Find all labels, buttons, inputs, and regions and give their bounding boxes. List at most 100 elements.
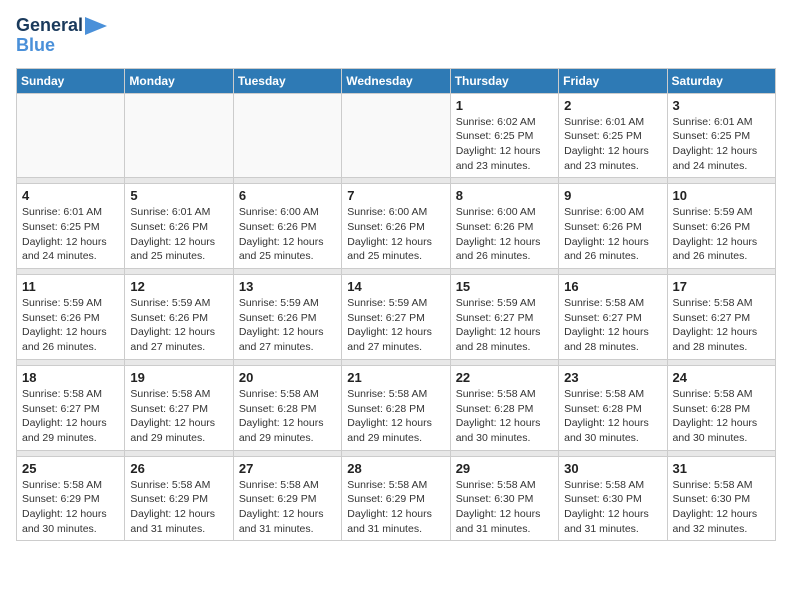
- calendar-cell: 27 Sunrise: 5:58 AM Sunset: 6:29 PM Dayli…: [233, 456, 341, 541]
- logo-arrow-icon: [85, 17, 107, 35]
- day-info: Sunrise: 5:59 AM Sunset: 6:27 PM Dayligh…: [347, 296, 444, 355]
- calendar-week-2: 4 Sunrise: 6:01 AM Sunset: 6:25 PM Daylig…: [17, 184, 776, 269]
- day-number: 29: [456, 461, 553, 476]
- col-header-thursday: Thursday: [450, 68, 558, 93]
- day-info: Sunrise: 6:01 AM Sunset: 6:25 PM Dayligh…: [673, 115, 770, 174]
- calendar-cell: [233, 93, 341, 178]
- col-header-saturday: Saturday: [667, 68, 775, 93]
- day-info: Sunrise: 6:00 AM Sunset: 6:26 PM Dayligh…: [564, 205, 661, 264]
- day-info: Sunrise: 5:58 AM Sunset: 6:29 PM Dayligh…: [22, 478, 119, 537]
- day-number: 26: [130, 461, 227, 476]
- calendar-cell: 2 Sunrise: 6:01 AM Sunset: 6:25 PM Daylig…: [559, 93, 667, 178]
- day-number: 23: [564, 370, 661, 385]
- day-number: 22: [456, 370, 553, 385]
- day-info: Sunrise: 5:58 AM Sunset: 6:30 PM Dayligh…: [564, 478, 661, 537]
- calendar-cell: 8Sunrise: 6:00 AM Sunset: 6:26 PM Daylig…: [450, 184, 558, 269]
- calendar-table: SundayMondayTuesdayWednesdayThursdayFrid…: [16, 68, 776, 542]
- calendar-cell: 21 Sunrise: 5:58 AM Sunset: 6:28 PM Dayli…: [342, 365, 450, 450]
- calendar-cell: 10 Sunrise: 5:59 AM Sunset: 6:26 PM Dayli…: [667, 184, 775, 269]
- day-info: Sunrise: 5:59 AM Sunset: 6:26 PM Dayligh…: [239, 296, 336, 355]
- logo-text: General Blue: [16, 16, 107, 56]
- day-info: Sunrise: 5:58 AM Sunset: 6:27 PM Dayligh…: [673, 296, 770, 355]
- calendar-cell: 18 Sunrise: 5:58 AM Sunset: 6:27 PM Dayli…: [17, 365, 125, 450]
- day-info: Sunrise: 5:58 AM Sunset: 6:28 PM Dayligh…: [564, 387, 661, 446]
- col-header-friday: Friday: [559, 68, 667, 93]
- day-info: Sunrise: 5:58 AM Sunset: 6:27 PM Dayligh…: [564, 296, 661, 355]
- day-info: Sunrise: 5:58 AM Sunset: 6:28 PM Dayligh…: [239, 387, 336, 446]
- calendar-cell: 28 Sunrise: 5:58 AM Sunset: 6:29 PM Dayli…: [342, 456, 450, 541]
- day-number: 6: [239, 188, 336, 203]
- page-header: General Blue: [16, 16, 776, 56]
- calendar-cell: 25 Sunrise: 5:58 AM Sunset: 6:29 PM Dayli…: [17, 456, 125, 541]
- calendar-cell: 22 Sunrise: 5:58 AM Sunset: 6:28 PM Dayli…: [450, 365, 558, 450]
- col-header-monday: Monday: [125, 68, 233, 93]
- day-info: Sunrise: 5:58 AM Sunset: 6:28 PM Dayligh…: [673, 387, 770, 446]
- day-info: Sunrise: 6:02 AM Sunset: 6:25 PM Dayligh…: [456, 115, 553, 174]
- day-number: 28: [347, 461, 444, 476]
- calendar-cell: 23 Sunrise: 5:58 AM Sunset: 6:28 PM Dayli…: [559, 365, 667, 450]
- calendar-cell: 19 Sunrise: 5:58 AM Sunset: 6:27 PM Dayli…: [125, 365, 233, 450]
- calendar-cell: 29 Sunrise: 5:58 AM Sunset: 6:30 PM Dayli…: [450, 456, 558, 541]
- day-number: 31: [673, 461, 770, 476]
- day-info: Sunrise: 5:58 AM Sunset: 6:27 PM Dayligh…: [130, 387, 227, 446]
- calendar-cell: 13 Sunrise: 5:59 AM Sunset: 6:26 PM Dayli…: [233, 275, 341, 360]
- day-info: Sunrise: 5:58 AM Sunset: 6:28 PM Dayligh…: [347, 387, 444, 446]
- calendar-cell: 1Sunrise: 6:02 AM Sunset: 6:25 PM Daylig…: [450, 93, 558, 178]
- day-info: Sunrise: 5:59 AM Sunset: 6:26 PM Dayligh…: [673, 205, 770, 264]
- day-number: 30: [564, 461, 661, 476]
- day-info: Sunrise: 5:58 AM Sunset: 6:29 PM Dayligh…: [130, 478, 227, 537]
- day-number: 21: [347, 370, 444, 385]
- day-info: Sunrise: 5:59 AM Sunset: 6:27 PM Dayligh…: [456, 296, 553, 355]
- day-number: 13: [239, 279, 336, 294]
- calendar-cell: 31Sunrise: 5:58 AM Sunset: 6:30 PM Dayli…: [667, 456, 775, 541]
- calendar-cell: 30 Sunrise: 5:58 AM Sunset: 6:30 PM Dayli…: [559, 456, 667, 541]
- calendar-cell: 24Sunrise: 5:58 AM Sunset: 6:28 PM Dayli…: [667, 365, 775, 450]
- calendar-cell: 9Sunrise: 6:00 AM Sunset: 6:26 PM Daylig…: [559, 184, 667, 269]
- col-header-wednesday: Wednesday: [342, 68, 450, 93]
- day-number: 12: [130, 279, 227, 294]
- calendar-cell: 5Sunrise: 6:01 AM Sunset: 6:26 PM Daylig…: [125, 184, 233, 269]
- day-number: 20: [239, 370, 336, 385]
- day-info: Sunrise: 6:01 AM Sunset: 6:26 PM Dayligh…: [130, 205, 227, 264]
- day-number: 10: [673, 188, 770, 203]
- calendar-cell: 14 Sunrise: 5:59 AM Sunset: 6:27 PM Dayli…: [342, 275, 450, 360]
- day-info: Sunrise: 5:58 AM Sunset: 6:29 PM Dayligh…: [347, 478, 444, 537]
- calendar-cell: 11Sunrise: 5:59 AM Sunset: 6:26 PM Dayli…: [17, 275, 125, 360]
- day-number: 19: [130, 370, 227, 385]
- calendar-cell: 12 Sunrise: 5:59 AM Sunset: 6:26 PM Dayli…: [125, 275, 233, 360]
- day-number: 11: [22, 279, 119, 294]
- calendar-cell: 20 Sunrise: 5:58 AM Sunset: 6:28 PM Dayli…: [233, 365, 341, 450]
- day-number: 4: [22, 188, 119, 203]
- day-info: Sunrise: 5:59 AM Sunset: 6:26 PM Dayligh…: [130, 296, 227, 355]
- day-info: Sunrise: 6:00 AM Sunset: 6:26 PM Dayligh…: [347, 205, 444, 264]
- calendar-cell: [125, 93, 233, 178]
- day-info: Sunrise: 6:01 AM Sunset: 6:25 PM Dayligh…: [22, 205, 119, 264]
- day-number: 2: [564, 98, 661, 113]
- col-header-sunday: Sunday: [17, 68, 125, 93]
- day-number: 7: [347, 188, 444, 203]
- calendar-cell: 3Sunrise: 6:01 AM Sunset: 6:25 PM Daylig…: [667, 93, 775, 178]
- calendar-cell: 17Sunrise: 5:58 AM Sunset: 6:27 PM Dayli…: [667, 275, 775, 360]
- day-number: 25: [22, 461, 119, 476]
- calendar-cell: 26 Sunrise: 5:58 AM Sunset: 6:29 PM Dayli…: [125, 456, 233, 541]
- day-number: 14: [347, 279, 444, 294]
- logo: General Blue: [16, 16, 107, 56]
- calendar-cell: 16 Sunrise: 5:58 AM Sunset: 6:27 PM Dayli…: [559, 275, 667, 360]
- day-number: 15: [456, 279, 553, 294]
- day-info: Sunrise: 5:58 AM Sunset: 6:27 PM Dayligh…: [22, 387, 119, 446]
- day-info: Sunrise: 5:58 AM Sunset: 6:29 PM Dayligh…: [239, 478, 336, 537]
- day-info: Sunrise: 5:58 AM Sunset: 6:30 PM Dayligh…: [456, 478, 553, 537]
- day-info: Sunrise: 6:00 AM Sunset: 6:26 PM Dayligh…: [456, 205, 553, 264]
- col-header-tuesday: Tuesday: [233, 68, 341, 93]
- day-info: Sunrise: 6:00 AM Sunset: 6:26 PM Dayligh…: [239, 205, 336, 264]
- day-info: Sunrise: 5:58 AM Sunset: 6:28 PM Dayligh…: [456, 387, 553, 446]
- day-number: 18: [22, 370, 119, 385]
- day-number: 16: [564, 279, 661, 294]
- calendar-cell: 15 Sunrise: 5:59 AM Sunset: 6:27 PM Dayli…: [450, 275, 558, 360]
- day-number: 27: [239, 461, 336, 476]
- calendar-cell: 7 Sunrise: 6:00 AM Sunset: 6:26 PM Daylig…: [342, 184, 450, 269]
- day-info: Sunrise: 6:01 AM Sunset: 6:25 PM Dayligh…: [564, 115, 661, 174]
- calendar-cell: 4 Sunrise: 6:01 AM Sunset: 6:25 PM Daylig…: [17, 184, 125, 269]
- calendar-cell: 6 Sunrise: 6:00 AM Sunset: 6:26 PM Daylig…: [233, 184, 341, 269]
- calendar-week-1: 1Sunrise: 6:02 AM Sunset: 6:25 PM Daylig…: [17, 93, 776, 178]
